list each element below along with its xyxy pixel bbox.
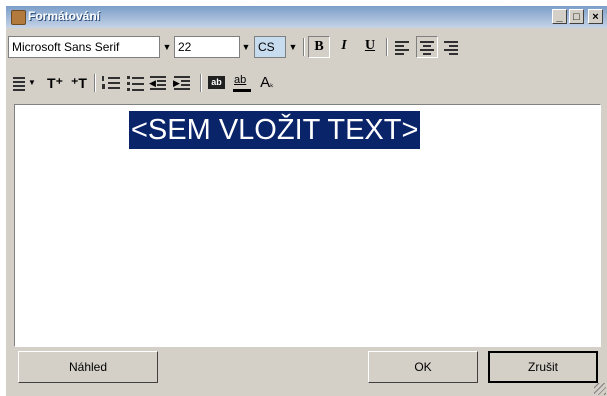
minimize-button[interactable]: _ <box>552 9 567 24</box>
paragraph-toolbar: ▼ T⁺ ⁺T ◀ ▶ ab ab Aₖ <box>6 66 607 102</box>
toolbar-separator <box>303 38 305 56</box>
format-toolbar: Microsoft Sans Serif ▼ 22 ▼ CS ▼ B I U <box>6 30 607 66</box>
cancel-button[interactable]: Zrušit <box>488 351 598 383</box>
app-icon <box>11 10 26 25</box>
clear-format-icon[interactable]: Aₖ <box>256 72 278 94</box>
toolbar-separator <box>94 74 96 92</box>
resize-grip[interactable] <box>594 383 606 395</box>
editor-text[interactable]: <SEM VLOŽIT TEXT> <box>129 111 421 149</box>
numbered-list-icon[interactable] <box>100 72 122 94</box>
charset-select[interactable]: CS <box>254 36 286 58</box>
align-right-icon[interactable] <box>440 36 462 58</box>
decrease-indent-icon[interactable]: ◀ <box>148 72 170 94</box>
ok-button[interactable]: OK <box>368 351 478 383</box>
underline-button[interactable]: U <box>359 36 381 58</box>
text-editor[interactable]: <SEM VLOŽIT TEXT> <box>14 104 601 347</box>
text-color-icon[interactable]: ab <box>231 72 253 94</box>
bullets-dropdown-icon[interactable]: ▼ <box>10 72 38 94</box>
format-dialog: Formátování _ □ × Microsoft Sans Serif ▼… <box>6 6 607 396</box>
font-size-select[interactable]: 22 <box>174 36 240 58</box>
font-name-dropdown-icon[interactable]: ▼ <box>160 36 174 58</box>
background-color-icon[interactable]: ab <box>206 72 228 94</box>
font-name-select[interactable]: Microsoft Sans Serif <box>8 36 160 58</box>
increase-font-icon[interactable]: T⁺ <box>44 72 66 94</box>
window-title: Formátování <box>28 9 101 23</box>
font-size-dropdown-icon[interactable]: ▼ <box>239 36 253 58</box>
bullet-list-icon[interactable] <box>124 72 146 94</box>
toolbar-separator <box>386 38 388 56</box>
maximize-button[interactable]: □ <box>569 9 584 24</box>
charset-dropdown-icon[interactable]: ▼ <box>286 36 300 58</box>
close-button[interactable]: × <box>588 9 603 24</box>
align-left-icon[interactable] <box>391 36 413 58</box>
align-center-icon[interactable] <box>416 36 438 58</box>
bold-button[interactable]: B <box>308 36 330 58</box>
toolbar-separator <box>200 74 202 92</box>
increase-indent-icon[interactable]: ▶ <box>172 72 194 94</box>
preview-button[interactable]: Náhled <box>18 351 158 383</box>
title-bar: Formátování _ □ × <box>6 6 607 28</box>
italic-button[interactable]: I <box>333 36 355 58</box>
decrease-font-icon[interactable]: ⁺T <box>68 72 90 94</box>
